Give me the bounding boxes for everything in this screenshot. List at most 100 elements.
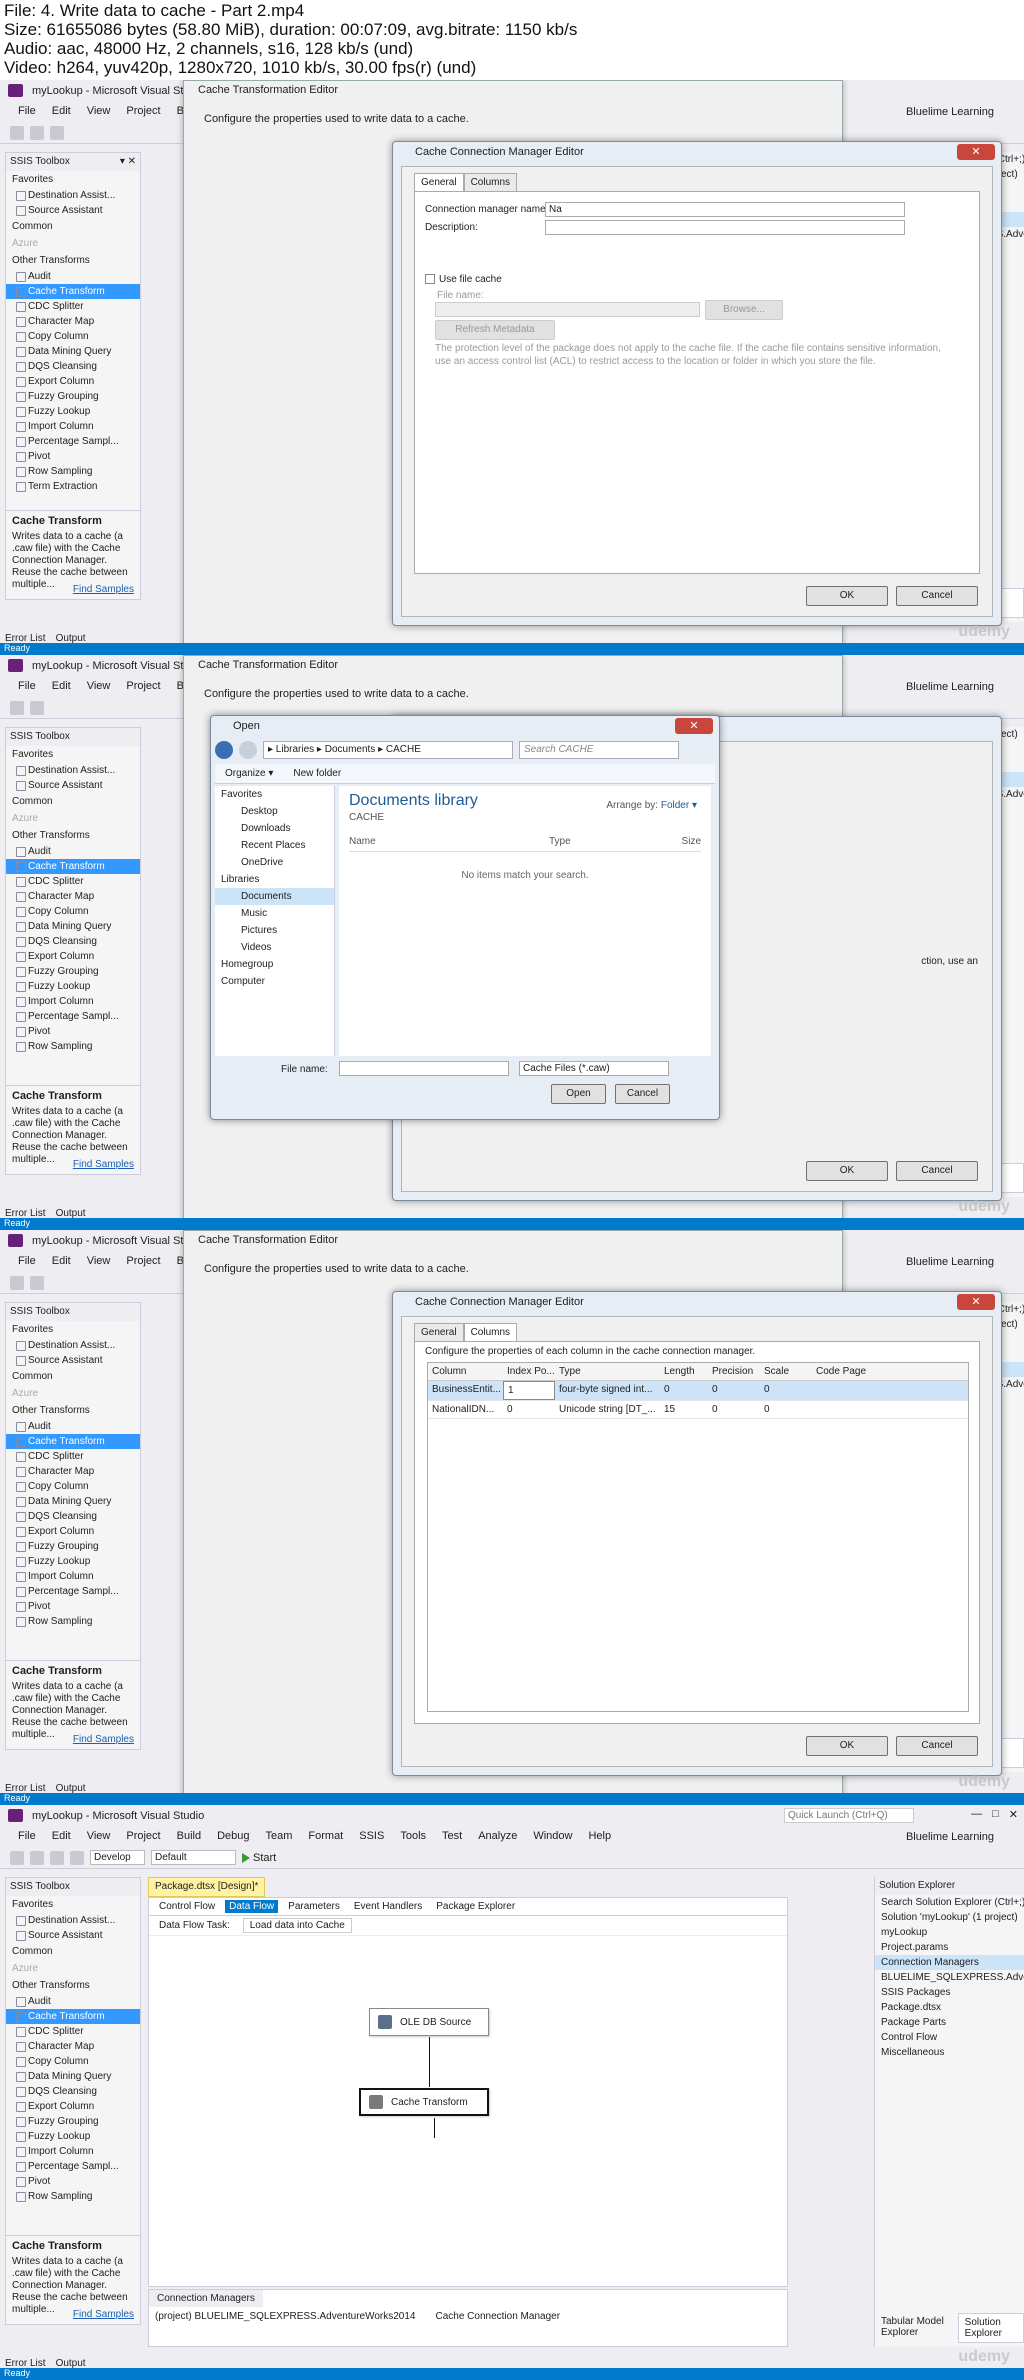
toolbox-item[interactable]: Copy Column [6,329,140,344]
task-select[interactable]: Load data into Cache [242,1918,352,1933]
arrange-value[interactable]: Folder ▾ [661,800,697,811]
menu-file[interactable]: File [10,1252,44,1272]
toolbox-item[interactable]: DQS Cleansing [6,359,140,374]
toolbox-item[interactable]: Import Column [6,1569,140,1584]
toolbox-item[interactable]: Export Column [6,949,140,964]
file-name-input[interactable] [339,1061,509,1076]
toolbox-item[interactable]: CDC Splitter [6,1449,140,1464]
menu-view[interactable]: View [79,102,119,122]
ok-button[interactable]: OK [806,586,888,606]
open-button[interactable]: Open [551,1084,606,1104]
menu-view[interactable]: View [79,677,119,697]
tree-item[interactable]: SSIS Packages [875,1985,1024,2000]
toolbox-item[interactable]: Copy Column [6,904,140,919]
toolbox-item[interactable]: Fuzzy Grouping [6,389,140,404]
menu-test[interactable]: Test [434,1827,470,1847]
toolbox-item[interactable]: Percentage Sampl... [6,2159,140,2174]
section-common[interactable]: Common [6,1368,140,1385]
toolbox-item[interactable]: Fuzzy Lookup [6,1554,140,1569]
quick-launch-input[interactable]: Quick Launch (Ctrl+Q) [784,1808,914,1823]
toolbox-item[interactable]: Fuzzy Grouping [6,964,140,979]
menu-build[interactable]: Build [169,1827,209,1847]
toolbox-item-selected[interactable]: Cache Transform [6,284,140,299]
back-icon[interactable] [10,700,24,715]
solution-explorer-tab[interactable]: Solution Explorer [957,2313,1024,2343]
menu-edit[interactable]: Edit [44,102,79,122]
menu-tools[interactable]: Tools [392,1827,434,1847]
toolbox-item[interactable]: Source Assistant [6,1928,140,1943]
nav-item[interactable]: Libraries [215,871,334,888]
section-favorites[interactable]: Favorites [6,1321,140,1338]
ok-button[interactable]: OK [806,1161,888,1181]
data-path-connector[interactable] [429,2037,430,2087]
toolbox-item[interactable]: CDC Splitter [6,874,140,889]
ok-button[interactable]: OK [806,1736,888,1756]
nav-item[interactable]: OneDrive [215,854,334,871]
cancel-button[interactable]: Cancel [896,1736,978,1756]
tree-item[interactable]: Miscellaneous [875,2045,1024,2060]
user-name[interactable]: Bluelime Learning [906,1256,994,1268]
section-azure[interactable]: Azure [6,235,140,252]
section-common[interactable]: Common [6,793,140,810]
header-index[interactable]: Index Po... [503,1363,555,1380]
menu-file[interactable]: File [10,677,44,697]
use-file-cache-checkbox[interactable] [425,274,435,284]
nav-item[interactable]: Recent Places [215,837,334,854]
tree-item[interactable]: BLUELIME_SQLEXPRESS.AdventureWorks2014 [875,1970,1024,1985]
cm-item-project[interactable]: (project) BLUELIME_SQLEXPRESS.AdventureW… [155,2311,416,2322]
undo-icon[interactable] [50,125,64,140]
nav-item[interactable]: Homegroup [215,956,334,973]
back-icon[interactable] [10,1850,24,1865]
nav-item[interactable]: Videos [215,939,334,956]
toolbox-item-selected[interactable]: Cache Transform [6,859,140,874]
tree-item[interactable]: Project.params [875,1940,1024,1955]
toolbox-item[interactable]: Source Assistant [6,778,140,793]
nav-item[interactable]: Pictures [215,922,334,939]
tab-event-handlers[interactable]: Event Handlers [350,1900,426,1913]
toolbox-item[interactable]: Audit [6,269,140,284]
back-icon[interactable] [10,125,24,140]
toolbox-item[interactable]: DQS Cleansing [6,934,140,949]
toolbox-item[interactable]: Fuzzy Lookup [6,979,140,994]
forward-icon[interactable] [30,1850,44,1865]
cancel-button[interactable]: Cancel [896,586,978,606]
toolbox-item[interactable]: Data Mining Query [6,344,140,359]
tree-item[interactable]: Solution 'myLookup' (1 project) [875,1910,1024,1925]
menu-edit[interactable]: Edit [44,1827,79,1847]
section-other[interactable]: Other Transforms [6,1977,140,1994]
menu-project[interactable]: Project [118,1252,168,1272]
close-icon[interactable]: ✕ [675,718,713,734]
description-field[interactable] [545,220,905,235]
save-icon[interactable] [30,1275,44,1290]
cache-transform-node[interactable]: Cache Transform [359,2088,489,2116]
col-type[interactable]: Type [549,836,571,847]
toolbox-item[interactable]: Character Map [6,1464,140,1479]
back-icon[interactable] [10,1275,24,1290]
platform-select[interactable]: Default [151,1850,236,1865]
undo-icon[interactable] [70,1850,84,1865]
cm-item-cache[interactable]: Cache Connection Manager [436,2311,561,2322]
find-samples-link[interactable]: Find Samples [73,584,134,595]
menu-file[interactable]: File [10,102,44,122]
header-precision[interactable]: Precision [708,1363,760,1380]
refresh-metadata-button[interactable]: Refresh Metadata [435,320,555,340]
toolbox-item[interactable]: Character Map [6,889,140,904]
header-codepage[interactable]: Code Page [812,1363,884,1380]
section-azure[interactable]: Azure [6,1960,140,1977]
toolbox-item[interactable]: Import Column [6,2144,140,2159]
toolbox-item-selected[interactable]: Cache Transform [6,1434,140,1449]
menu-help[interactable]: Help [580,1827,619,1847]
header-length[interactable]: Length [660,1363,708,1380]
save-icon[interactable] [30,700,44,715]
menu-window[interactable]: Window [525,1827,580,1847]
toolbox-item[interactable]: Data Mining Query [6,2069,140,2084]
toolbox-item[interactable]: Audit [6,844,140,859]
toolbox-item[interactable]: Data Mining Query [6,919,140,934]
tab-general[interactable]: General [414,1323,464,1341]
menu-team[interactable]: Team [258,1827,301,1847]
tabular-model-tab[interactable]: Tabular Model Explorer [875,2313,958,2343]
section-other[interactable]: Other Transforms [6,827,140,844]
table-row[interactable]: NationalIDN... 0 Unicode string [DT_... … [428,1401,968,1419]
file-type-select[interactable]: Cache Files (*.caw) [519,1061,669,1076]
toolbox-item[interactable]: Copy Column [6,1479,140,1494]
